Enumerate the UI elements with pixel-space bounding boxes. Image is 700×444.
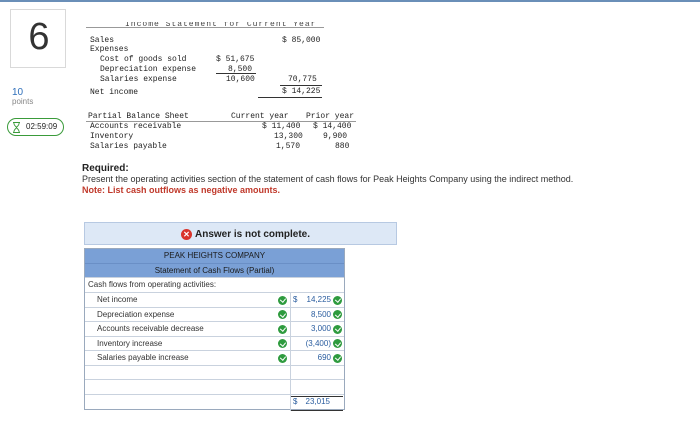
is-value-net-income: $ 14,225 [282,87,321,96]
bs-prior-ar: $ 14,400 [313,122,352,131]
x-circle-icon: ✕ [181,229,192,240]
points-label: points [12,97,34,106]
row-label-depreciation[interactable]: Depreciation expense [97,308,174,322]
table-row-empty[interactable] [85,379,344,394]
value-cell[interactable]: 8,500 [290,307,344,322]
required-instruction: Present the operating activities section… [82,174,574,184]
table-row-empty[interactable] [85,364,344,380]
total-top-rule [291,395,343,397]
check-icon [333,310,342,319]
underline-total [280,85,322,86]
bs-prior-salaries-payable: 880 [335,142,350,151]
table-row[interactable]: Inventory increase (3,400) [85,335,344,351]
is-label-salaries: Salaries expense [100,75,177,84]
table-row[interactable]: Salaries payable increase 690 [85,350,344,365]
dollar-sign: $ [293,295,298,304]
check-icon [333,295,342,305]
bs-label-inventory: Inventory [90,132,134,141]
cash-flow-answer-table: PEAK HEIGHTS COMPANY Statement of Cash F… [84,248,345,411]
check-icon [333,353,342,363]
check-icon [278,324,287,334]
is-value-salaries: 10,600 [226,75,255,84]
total-value[interactable]: 23,015 [306,395,330,409]
value-cell[interactable]: $ 14,225 [290,293,344,307]
bs-current-ar: $ 11,400 [262,122,301,131]
total-cell[interactable]: $ 23,015 [290,394,344,411]
check-icon [278,310,287,319]
bs-label-ar: Accounts receivable [90,122,182,131]
underline-net-income [258,97,322,98]
section-row: Cash flows from operating activities: [85,277,344,292]
answer-status-banner: ✕ Answer is not complete. [84,222,397,245]
required-note: Note: List cash outflows as negative amo… [82,185,281,195]
question-number: 6 [28,16,50,58]
row-value-inventory[interactable]: (3,400) [306,337,331,351]
bs-label-salaries-payable: Salaries payable [90,142,167,151]
row-label-inventory[interactable]: Inventory increase [97,337,162,351]
table-row[interactable]: Net income $ 14,225 [85,292,344,307]
row-value-depreciation[interactable]: 8,500 [311,308,331,322]
is-value-sales: $ 85,000 [282,36,321,45]
timer-text: 02:59:09 [26,122,58,131]
hourglass-icon [13,122,20,133]
row-value-net-income[interactable]: 14,225 [307,293,331,307]
required-heading: Required: [82,163,129,174]
is-label-net-income: Net income [90,88,139,97]
total-dollar-sign: $ [293,396,298,406]
check-icon [333,339,342,348]
income-statement-table: Sales $ 85,000 Expenses Cost of goods so… [86,27,324,99]
bs-current-inventory: 13,300 [274,132,303,141]
value-cell[interactable]: (3,400) [290,336,344,351]
balance-sheet-table: Partial Balance Sheet Current year Prior… [86,112,356,152]
is-value-cogs: $ 51,675 [216,55,255,64]
question-number-box[interactable]: 6 [10,9,66,68]
is-label-depreciation: Depreciation expense [100,65,197,74]
company-name: PEAK HEIGHTS COMPANY [85,249,344,263]
row-label-ar[interactable]: Accounts receivable decrease [97,322,204,336]
timer-badge: 02:59:09 [7,118,64,136]
total-double-underline [291,409,343,411]
total-row[interactable]: $ 23,015 [85,393,344,411]
bs-header-rule [86,121,356,122]
table-row[interactable]: Accounts receivable decrease 3,000 [85,321,344,336]
section-label: Cash flows from operating activities: [88,280,217,289]
value-cell[interactable]: 3,000 [290,322,344,336]
is-value-total-expenses: 70,775 [288,75,317,84]
table-row[interactable]: Depreciation expense 8,500 [85,306,344,322]
top-accent-line [0,0,700,2]
row-label-net-income[interactable]: Net income [97,293,137,307]
bs-current-salaries-payable: 1,570 [276,142,301,151]
underline-salaries [216,73,256,74]
value-cell[interactable] [290,380,344,394]
is-label-expenses: Expenses [90,45,129,54]
check-icon [278,295,287,305]
value-cell[interactable] [290,365,344,380]
value-cell[interactable]: 690 [290,351,344,365]
answer-status-text: Answer is not complete. [195,229,311,240]
statement-title: Statement of Cash Flows (Partial) [85,263,344,277]
row-value-salaries-payable[interactable]: 690 [318,351,331,365]
check-icon [278,339,287,348]
check-icon [278,353,287,363]
check-icon [333,324,342,334]
row-value-ar[interactable]: 3,000 [311,322,331,336]
row-label-salaries-payable[interactable]: Salaries payable increase [97,351,189,365]
bs-prior-inventory: 9,900 [323,132,348,141]
is-label-cogs: Cost of goods sold [100,55,187,64]
